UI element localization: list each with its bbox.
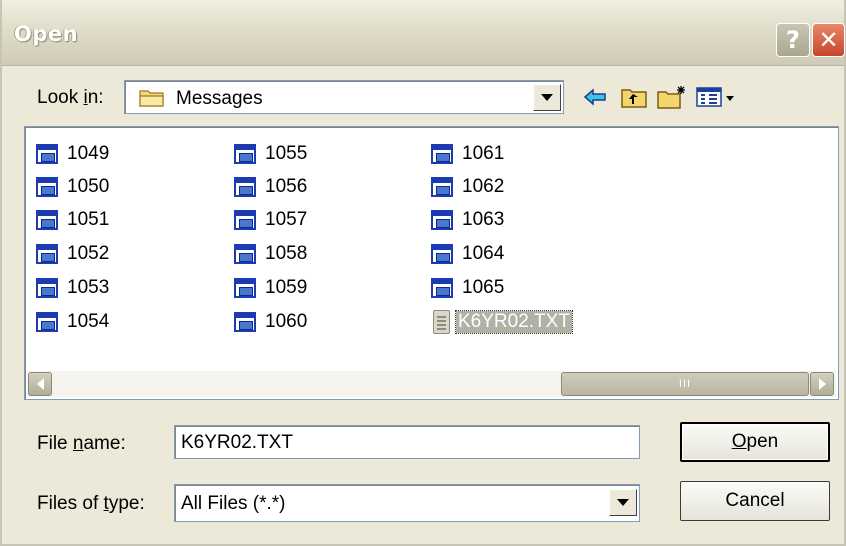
chevron-down-icon <box>617 499 629 506</box>
executable-file-icon <box>233 243 257 265</box>
executable-file-icon <box>233 176 257 198</box>
list-item[interactable]: 1053 <box>35 275 111 301</box>
file-name-label: File name: <box>37 433 126 454</box>
executable-file-icon <box>35 311 59 333</box>
scroll-grip: III <box>678 378 692 390</box>
files-of-type-label: Files of type: <box>37 493 145 514</box>
list-item[interactable]: 1063 <box>430 207 506 233</box>
look-in-value: Messages <box>176 88 263 109</box>
list-item[interactable]: 1057 <box>233 207 309 233</box>
executable-file-icon <box>233 277 257 299</box>
arrow-right-icon <box>818 378 826 390</box>
list-item[interactable]: 1058 <box>233 241 309 267</box>
list-item[interactable]: 1056 <box>233 174 309 200</box>
scroll-right-button[interactable] <box>810 372 834 396</box>
executable-file-icon <box>430 243 454 265</box>
scroll-left-button[interactable] <box>28 372 52 396</box>
list-item[interactable]: 1064 <box>430 241 506 267</box>
executable-file-icon <box>35 243 59 265</box>
executable-file-icon <box>430 209 454 231</box>
view-menu-icon <box>696 87 734 107</box>
executable-file-icon <box>35 209 59 231</box>
view-menu-button[interactable] <box>696 82 738 112</box>
open-dialog: Open ? ✕ Look in: Messages 1049 1050 105… <box>0 0 846 546</box>
list-item[interactable]: 1052 <box>35 241 111 267</box>
chevron-down-icon <box>541 94 553 101</box>
scroll-thumb[interactable]: III <box>561 372 809 396</box>
list-item[interactable]: 1049 <box>35 141 111 167</box>
help-button[interactable]: ? <box>776 23 810 57</box>
list-item[interactable]: 1054 <box>35 309 111 335</box>
file-name-input[interactable]: K6YR02.TXT <box>174 425 640 459</box>
files-of-type-dropdown[interactable]: All Files (*.*) <box>174 484 640 522</box>
open-button-label: Open <box>731 431 779 452</box>
cancel-button[interactable]: Cancel <box>680 481 830 521</box>
text-file-icon <box>430 309 452 335</box>
cancel-button-label: Cancel <box>725 490 785 511</box>
close-button[interactable]: ✕ <box>812 23 845 57</box>
list-item[interactable]: 1065 <box>430 275 506 301</box>
title-bar[interactable]: Open ? ✕ <box>2 0 845 66</box>
close-icon: ✕ <box>818 26 839 54</box>
executable-file-icon <box>430 143 454 165</box>
executable-file-icon <box>233 311 257 333</box>
list-item[interactable]: 1059 <box>233 275 309 301</box>
file-name-value: K6YR02.TXT <box>181 432 293 453</box>
list-item-selected[interactable]: K6YR02.TXT <box>430 309 573 335</box>
executable-file-icon <box>430 277 454 299</box>
executable-file-icon <box>233 143 257 165</box>
look-in-dropdown[interactable]: Messages <box>124 80 564 114</box>
executable-file-icon <box>35 277 59 299</box>
back-arrow-icon <box>583 88 606 106</box>
look-in-dropdown-button[interactable] <box>533 84 561 111</box>
window-title: Open <box>14 22 79 46</box>
help-icon: ? <box>786 26 800 54</box>
create-new-folder-button[interactable] <box>657 82 687 112</box>
executable-file-icon <box>35 143 59 165</box>
list-item[interactable]: 1050 <box>35 174 111 200</box>
look-in-label: Look in: <box>37 87 104 108</box>
files-of-type-dropdown-button[interactable] <box>609 489 637 516</box>
arrow-left-icon <box>36 378 44 390</box>
executable-file-icon <box>430 176 454 198</box>
up-one-level-icon <box>621 89 647 108</box>
files-of-type-value: All Files (*.*) <box>181 493 286 514</box>
list-item[interactable]: 1051 <box>35 207 111 233</box>
back-button[interactable] <box>580 82 610 112</box>
up-one-level-button[interactable] <box>619 82 649 112</box>
open-button[interactable]: Open <box>680 422 830 462</box>
create-new-folder-icon <box>657 86 685 109</box>
list-item[interactable]: 1060 <box>233 309 309 335</box>
horizontal-scrollbar[interactable]: III <box>27 371 836 397</box>
list-item[interactable]: 1055 <box>233 141 309 167</box>
list-item[interactable]: 1061 <box>430 141 506 167</box>
list-item[interactable]: 1062 <box>430 174 506 200</box>
executable-file-icon <box>233 209 257 231</box>
file-list[interactable]: 1049 1050 1051 1052 1053 1054 1055 1056 … <box>24 126 839 400</box>
folder-icon <box>139 90 164 107</box>
executable-file-icon <box>35 176 59 198</box>
